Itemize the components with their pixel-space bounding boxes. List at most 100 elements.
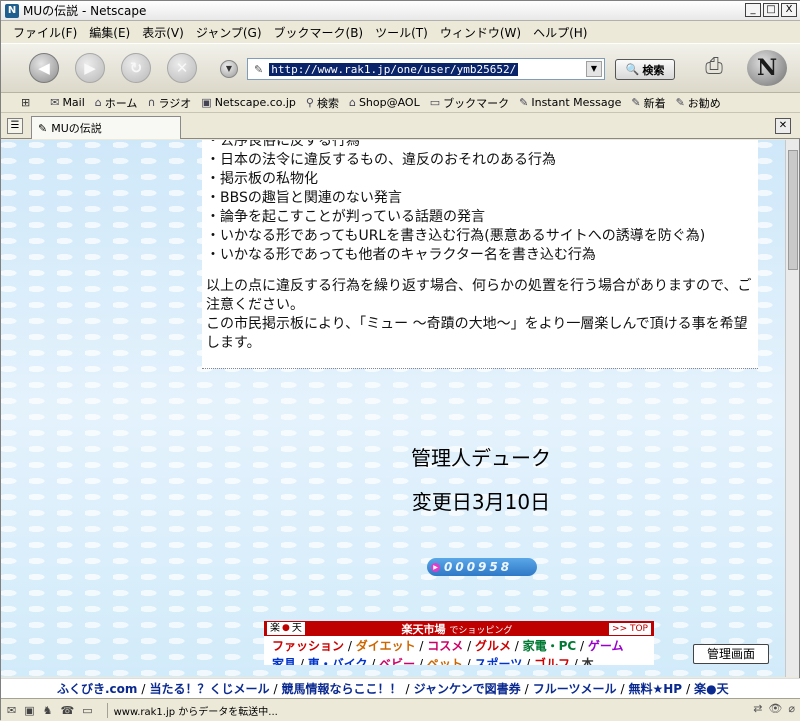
separator: / — [522, 657, 534, 665]
category-link[interactable]: 本 — [582, 657, 594, 665]
aim-icon[interactable]: ♞ — [43, 704, 53, 717]
toolbar-item-shop[interactable]: ⌂ Shop@AOL — [349, 96, 420, 109]
sidebar-toggle-icon[interactable]: ☰ — [7, 118, 23, 134]
search-button[interactable]: 🔍 検索 — [615, 59, 675, 80]
rakuten-logo[interactable]: 楽 ● 天 — [267, 622, 305, 635]
category-link[interactable]: ダイエット — [356, 639, 416, 653]
change-date: 変更日3月10日 — [411, 490, 551, 514]
footer-link[interactable]: ジャンケンで図書券 — [414, 680, 521, 697]
footer-link[interactable]: 当たる！？くじメール — [149, 680, 269, 697]
reload-icon: ↻ — [129, 59, 143, 77]
url-text[interactable]: http://www.rak1.jp/one/user/ymb25652/ — [269, 62, 519, 76]
category-link[interactable]: 家電・PC — [523, 639, 577, 653]
rule-item: ・日本の法令に違反するもの、違反のおそれのある行為 — [206, 152, 556, 168]
toolbar-item-radio[interactable]: ∩ ラジオ — [147, 95, 191, 111]
toolbar-item-label: ブックマーク — [443, 96, 510, 110]
toolbar-item-label: Shop@AOL — [358, 96, 420, 109]
tab-title: MUの伝説 — [51, 122, 102, 135]
category-link[interactable]: ファッション — [272, 639, 344, 653]
sidebar-icon[interactable]: ▭ — [82, 704, 92, 717]
print-icon[interactable]: ⎙ — [699, 54, 729, 82]
tab-bar: ☰ ✎ MUの伝説 ✕ — [1, 113, 800, 139]
rakuten-title-sub: でショッピング — [449, 625, 513, 636]
footer-link[interactable]: ふくびき.com — [57, 680, 137, 697]
netscape-logo[interactable]: N — [747, 50, 787, 86]
forward-button[interactable]: ▶ — [75, 53, 105, 83]
toolbar-item-search[interactable]: ⚲ 検索 — [306, 95, 339, 111]
page-icon: ✎ — [254, 62, 264, 76]
composer-icon[interactable]: ▣ — [24, 704, 34, 717]
footer-link[interactable]: 無料★HP — [629, 680, 683, 697]
status-bar: ✉ ▣ ♞ ☎ ▭ www.rak1.jp からデータを転送中... ⇄ 👁 ⌀ — [1, 698, 800, 721]
menu-bookmarks[interactable]: ブックマーク(B) — [274, 24, 364, 41]
footer-link[interactable]: 楽●天 — [694, 680, 728, 697]
separator: / — [344, 639, 356, 653]
category-link[interactable]: グルメ — [475, 639, 511, 653]
footer-link[interactable]: フルーツメール — [533, 680, 617, 697]
menu-go[interactable]: ジャンプ(G) — [196, 24, 262, 41]
admin-page-button[interactable]: 管理画面 — [693, 644, 769, 664]
separator: / — [273, 681, 278, 696]
folder-icon: ▭ — [429, 96, 441, 109]
offline-icon[interactable]: ⇄ — [753, 702, 762, 715]
menu-tools[interactable]: ツール(T) — [375, 24, 428, 41]
menu-edit[interactable]: 編集(E) — [89, 24, 130, 41]
toolbar-item-label: 新着 — [643, 96, 666, 110]
stop-icon: ✕ — [175, 59, 189, 77]
category-link[interactable]: ペット — [427, 657, 463, 665]
toolbar-grip-icon[interactable]: ⊞ — [21, 96, 30, 109]
toolbar-item-new[interactable]: ✎ 新着 — [631, 95, 665, 111]
close-window-button[interactable]: X — [781, 3, 797, 17]
stop-button[interactable]: ✕ — [167, 53, 197, 83]
category-link[interactable]: スポーツ — [475, 657, 523, 665]
menu-file[interactable]: ファイル(F) — [13, 24, 77, 41]
toolbar-item-instant-message[interactable]: ✎ Instant Message — [519, 96, 621, 109]
rakuten-banner[interactable]: 楽 ● 天 楽天市場 でショッピング >> TOP ファッション / ダイエット… — [264, 621, 654, 665]
status-text: www.rak1.jp からデータを転送中... — [106, 702, 278, 718]
minimize-button[interactable]: _ — [745, 3, 761, 17]
rakuten-title[interactable]: 楽天市場 でショッピング — [402, 621, 513, 637]
rakuten-top-link[interactable]: >> TOP — [609, 622, 651, 635]
menu-window[interactable]: ウィンドウ(W) — [440, 24, 521, 41]
toolbar-item-label: Netscape.co.jp — [214, 96, 296, 109]
toolbar-item-recommend[interactable]: ✎ お勧め — [676, 95, 721, 111]
url-history-dropdown-button[interactable]: ▼ — [220, 60, 238, 78]
rakuten-logo-right: 天 — [291, 623, 302, 634]
close-tab-button[interactable]: ✕ — [775, 118, 791, 134]
toolbar-item-mail[interactable]: ✉ Mail — [50, 96, 85, 109]
tab-mu-legend[interactable]: ✎ MUの伝説 — [31, 116, 181, 139]
menu-view[interactable]: 表示(V) — [142, 24, 184, 41]
category-link[interactable]: ゲーム — [588, 639, 624, 653]
scrollbar-thumb[interactable] — [788, 150, 798, 270]
back-button[interactable]: ◀ — [29, 53, 59, 83]
vertical-scrollbar[interactable] — [785, 140, 799, 677]
toolbar-item-netscape[interactable]: ▣ Netscape.co.jp — [201, 96, 296, 109]
toolbar-item-home[interactable]: ⌂ ホーム — [95, 95, 138, 111]
toolbar-item-label: Instant Message — [531, 96, 622, 109]
toolbar-item-bookmarks[interactable]: ▭ ブックマーク — [430, 95, 509, 111]
category-link[interactable]: 車・バイク — [308, 657, 368, 665]
menu-help[interactable]: ヘルプ(H) — [533, 24, 587, 41]
title-bar: N MUの伝説 - Netscape _ □ X — [1, 1, 800, 21]
rakuten-categories-row1: ファッション / ダイエット / コスメ / グルメ / 家電・PC / ゲーム — [264, 636, 654, 654]
separator: / — [686, 681, 691, 696]
category-link[interactable]: ゴルフ — [534, 657, 570, 665]
reload-button[interactable]: ↻ — [121, 53, 151, 83]
separator: / — [367, 657, 380, 665]
rule-item: ・BBSの趣旨と関連のない発言 — [206, 190, 402, 206]
category-link[interactable]: 家具 — [272, 657, 296, 665]
category-link[interactable]: コスメ — [427, 639, 463, 653]
toolbar-item-label: 検索 — [316, 96, 339, 110]
mail-icon: ✉ — [50, 96, 60, 109]
separator: / — [463, 639, 475, 653]
rule-item: ・いかなる形であっても他者のキャラクター名を書き込む行為 — [206, 247, 596, 263]
url-dropdown-button[interactable]: ▼ — [586, 61, 602, 77]
url-input[interactable]: ✎ http://www.rak1.jp/one/user/ymb25652/ … — [247, 58, 605, 80]
maximize-button[interactable]: □ — [763, 3, 779, 17]
category-link[interactable]: ベビー — [379, 657, 415, 665]
window-title: MUの伝説 - Netscape — [23, 4, 147, 18]
netscape-app-icon: N — [5, 3, 19, 18]
footer-link[interactable]: 競馬情報ならここ！！ — [282, 680, 402, 697]
mail-status-icon[interactable]: ✉ — [7, 704, 16, 717]
address-book-icon[interactable]: ☎ — [61, 704, 75, 717]
